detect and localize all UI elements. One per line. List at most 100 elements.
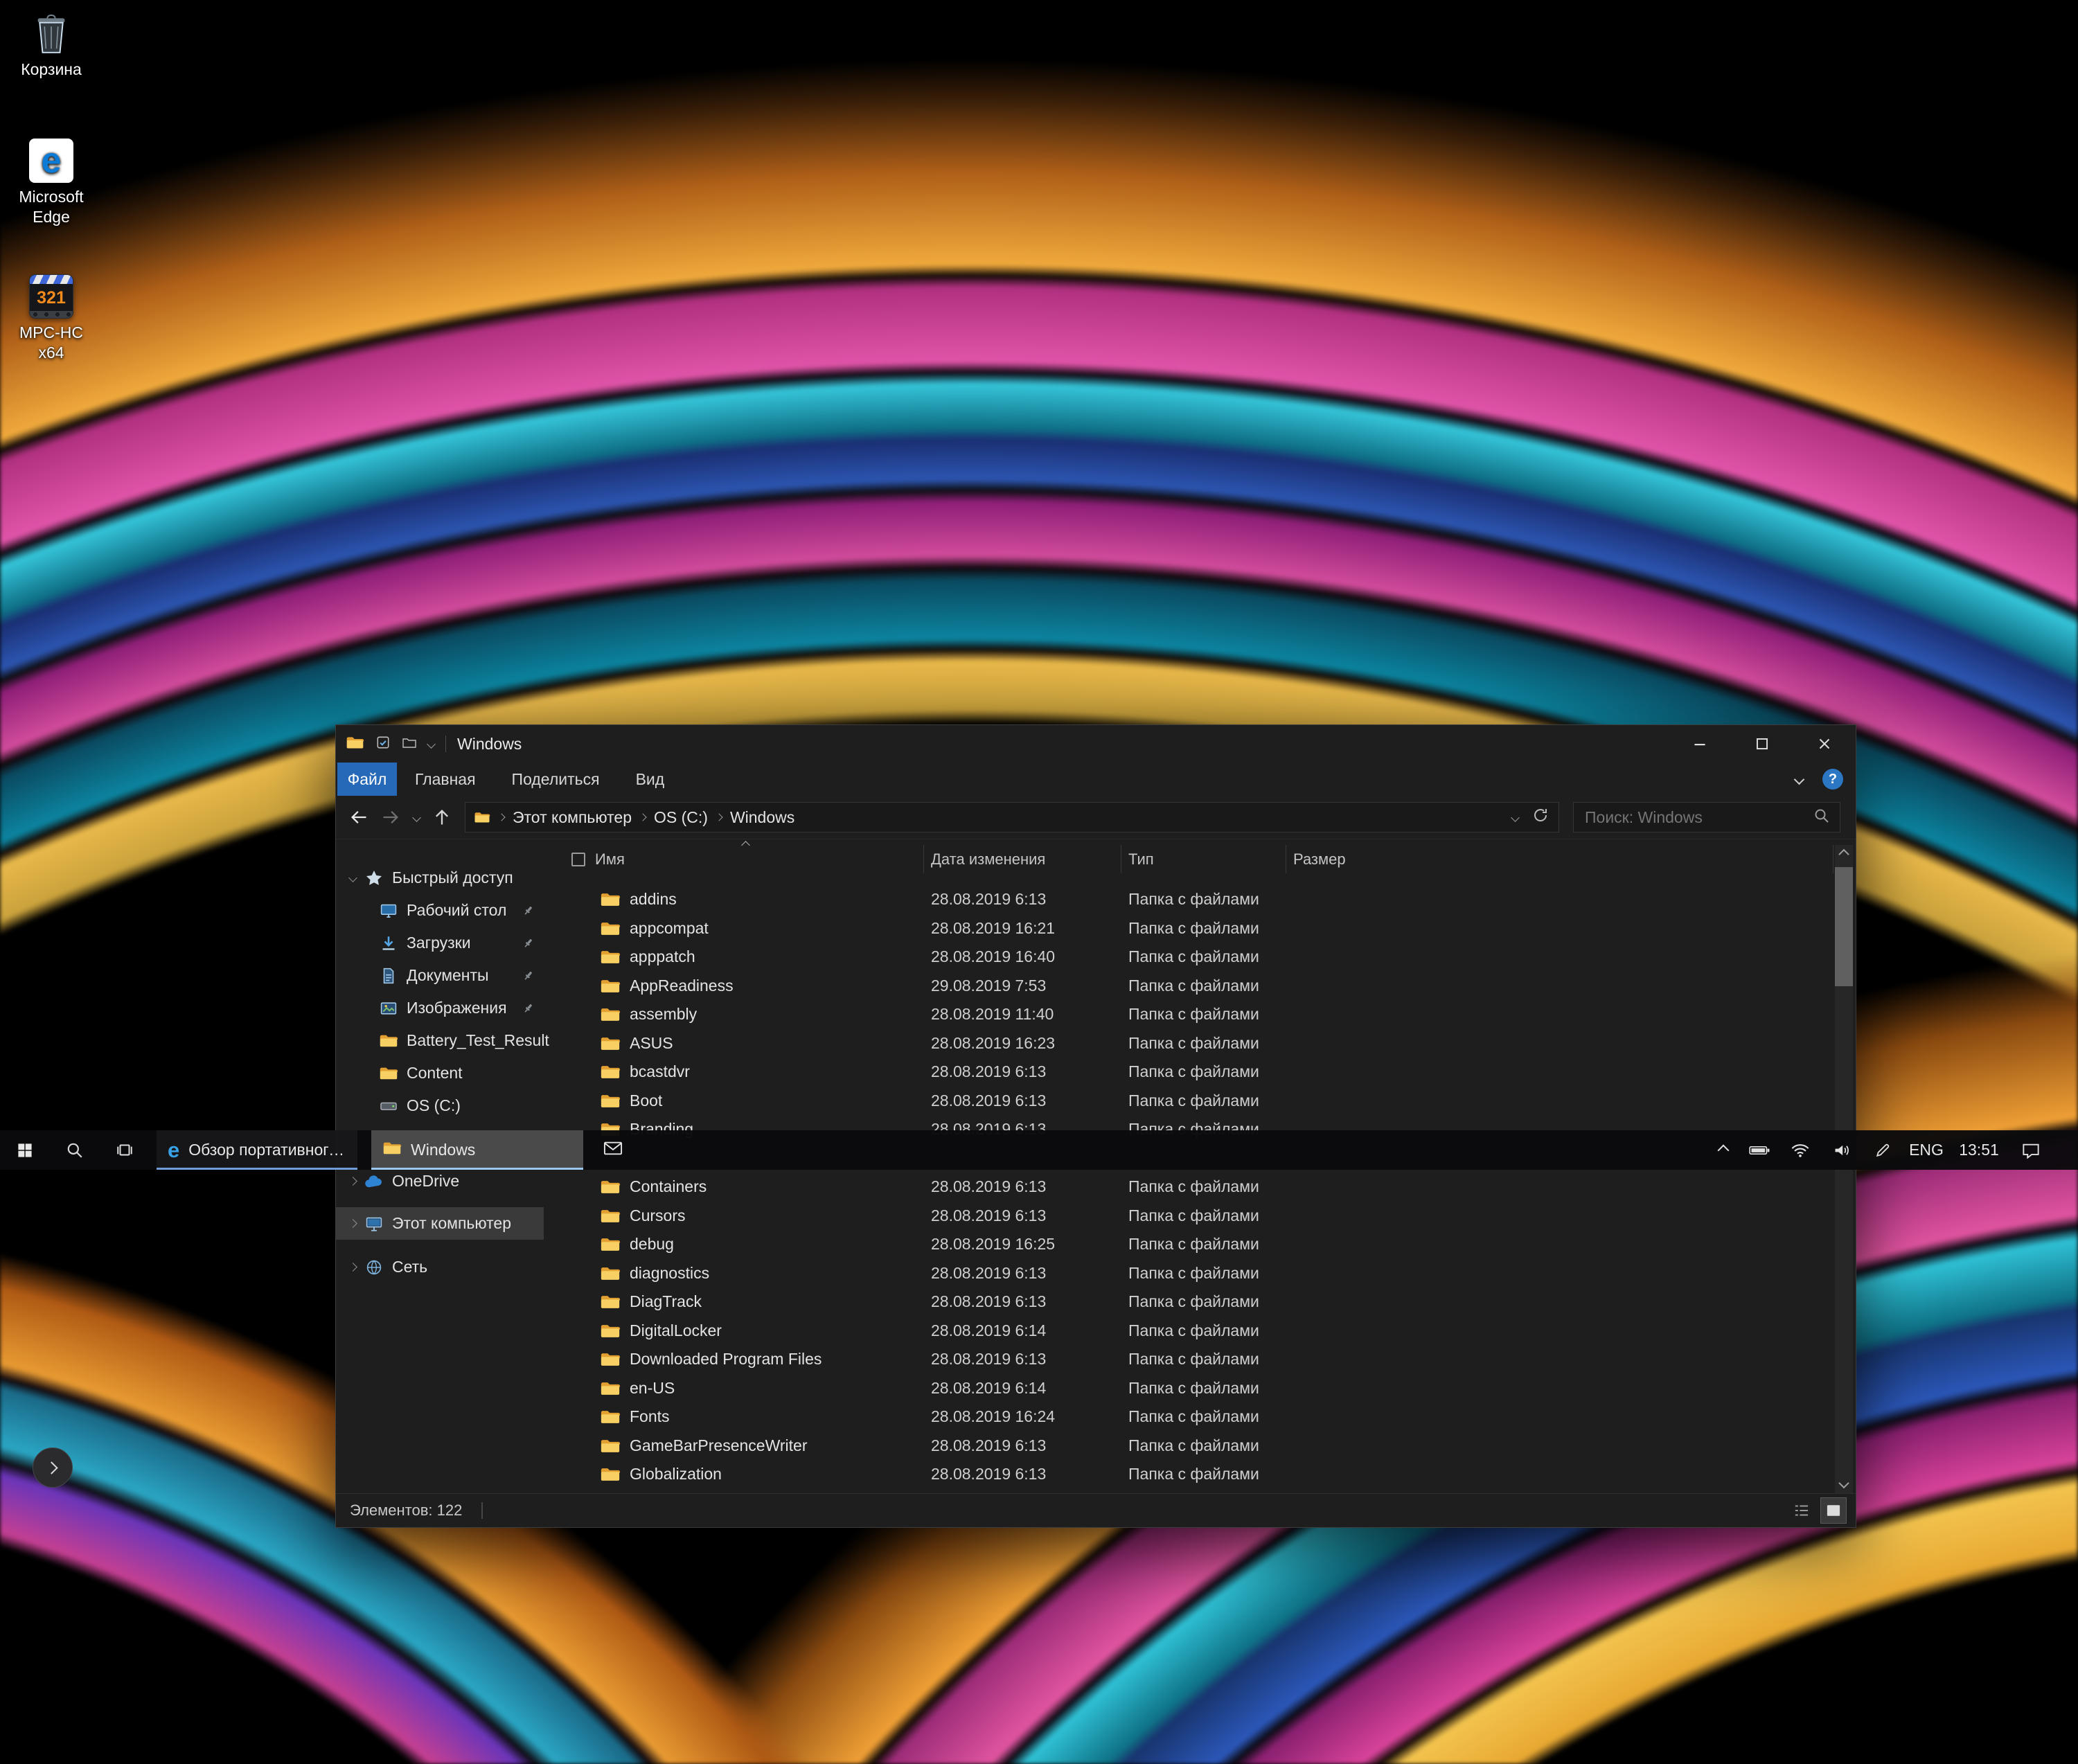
expand-ribbon-chevron-icon[interactable] [1794, 774, 1805, 785]
file-type: Папка с файлами [1121, 1407, 1286, 1426]
table-row[interactable]: GameBarPresenceWriter28.08.2019 6:13Папк… [571, 1432, 1833, 1461]
recent-locations-chevron-icon[interactable] [407, 801, 426, 833]
table-row[interactable]: en-US28.08.2019 6:14Папка с файлами [571, 1374, 1833, 1403]
file-type: Папка с файлами [1121, 977, 1286, 995]
thumbnails-view-button[interactable] [1821, 1498, 1846, 1523]
breadcrumb-windows[interactable]: Windows [723, 808, 801, 827]
sidebar-item-onedrive[interactable]: OneDrive [336, 1165, 544, 1197]
column-header-name[interactable]: Имя [571, 845, 924, 873]
forward-button[interactable] [375, 801, 407, 833]
table-row[interactable]: DiagTrack28.08.2019 6:13Папка с файлами [571, 1288, 1833, 1317]
breadcrumb-this-pc[interactable]: Этот компьютер [506, 808, 639, 827]
expand-arrow-button[interactable] [33, 1447, 73, 1488]
search-button[interactable] [50, 1130, 100, 1170]
search-icon[interactable] [1813, 808, 1830, 828]
sidebar-item[interactable]: Рабочий стол [336, 894, 544, 927]
file-type: Папка с файлами [1121, 1350, 1286, 1369]
sidebar-item[interactable]: Изображения [336, 992, 544, 1024]
sidebar-item-network[interactable]: Сеть [336, 1251, 544, 1283]
column-header-type[interactable]: Тип [1121, 845, 1286, 873]
wifi-icon[interactable] [1779, 1130, 1822, 1170]
file-rows: addins28.08.2019 6:13Папка с файламиappc… [571, 873, 1833, 1494]
taskbar-app-explorer[interactable]: Windows [371, 1130, 583, 1170]
taskbar-app-edge[interactable]: e Обзор портативного ... [157, 1130, 357, 1170]
table-row[interactable]: assembly28.08.2019 11:40Папка с файлами [571, 1000, 1833, 1029]
language-indicator[interactable]: ENG [1903, 1130, 1949, 1170]
table-row[interactable]: diagnostics28.08.2019 6:13Папка с файлам… [571, 1259, 1833, 1288]
table-row[interactable]: bcastdvr28.08.2019 6:13Папка с файлами [571, 1058, 1833, 1087]
expand-chevron-icon[interactable] [348, 1263, 357, 1272]
scrollbar-thumb[interactable] [1835, 867, 1853, 986]
pen-icon[interactable] [1862, 1130, 1903, 1170]
sidebar-item[interactable]: Battery_Test_Result [336, 1024, 544, 1057]
file-type: Папка с файлами [1121, 890, 1286, 909]
column-header-date[interactable]: Дата изменения [924, 845, 1121, 873]
folder-icon [600, 948, 621, 965]
scroll-up-icon[interactable] [1838, 849, 1849, 860]
action-center-icon[interactable] [2009, 1130, 2053, 1170]
taskbar-clock[interactable]: 13:51 [1949, 1130, 2009, 1170]
volume-icon[interactable] [1822, 1130, 1862, 1170]
expand-chevron-icon[interactable] [348, 1177, 357, 1186]
address-bar[interactable]: Этот компьютер OS (C:) Windows [465, 802, 1559, 832]
edge-icon: e [168, 1139, 179, 1161]
search-box[interactable] [1573, 802, 1840, 832]
sidebar-item[interactable]: OS (C:) [336, 1089, 544, 1122]
column-header-size[interactable]: Размер [1286, 845, 1833, 873]
task-view-button[interactable] [100, 1130, 150, 1170]
close-button[interactable] [1793, 725, 1856, 763]
table-row[interactable]: addins28.08.2019 6:13Папка с файлами [571, 885, 1833, 914]
desktop-icon-recycle-bin[interactable]: Корзина [6, 8, 97, 80]
sidebar-item[interactable]: Документы [336, 959, 544, 992]
tab-home[interactable]: Главная [397, 763, 494, 796]
table-row[interactable]: DigitalLocker28.08.2019 6:14Папка с файл… [571, 1317, 1833, 1346]
minimize-button[interactable] [1669, 725, 1731, 763]
taskbar-app-title: Windows [411, 1141, 475, 1159]
titlebar-separator [445, 736, 446, 752]
table-row[interactable]: Boot28.08.2019 6:13Папка с файлами [571, 1087, 1833, 1116]
scroll-down-icon[interactable] [1838, 1478, 1849, 1489]
table-row[interactable]: apppatch28.08.2019 16:40Папка с файлами [571, 943, 1833, 972]
table-row[interactable]: Downloaded Program Files28.08.2019 6:13П… [571, 1345, 1833, 1374]
title-bar[interactable]: Windows [336, 725, 1856, 763]
file-date: 29.08.2019 7:53 [924, 977, 1121, 995]
back-button[interactable] [343, 801, 375, 833]
table-row[interactable]: Globalization28.08.2019 6:13Папка с файл… [571, 1460, 1833, 1489]
sidebar-item-this-pc[interactable]: Этот компьютер [336, 1207, 544, 1240]
table-row[interactable]: debug28.08.2019 16:25Папка с файлами [571, 1230, 1833, 1259]
table-row[interactable]: Fonts28.08.2019 16:24Папка с файлами [571, 1402, 1833, 1432]
maximize-button[interactable] [1731, 725, 1793, 763]
desktop-icon-mpc-hc[interactable]: 321 MPC-HC x64 [6, 271, 97, 363]
sidebar-item[interactable]: Content [336, 1057, 544, 1089]
table-row[interactable]: ASUS28.08.2019 16:23Папка с файлами [571, 1029, 1833, 1058]
details-view-button[interactable] [1789, 1498, 1814, 1523]
table-row[interactable]: Cursors28.08.2019 6:13Папка с файлами [571, 1202, 1833, 1231]
table-row[interactable]: appcompat28.08.2019 16:21Папка с файлами [571, 914, 1833, 943]
up-button[interactable] [426, 801, 458, 833]
tray-overflow-chevron-icon[interactable] [1707, 1130, 1740, 1170]
qat-customize-chevron-icon[interactable] [427, 740, 436, 749]
qat-new-folder-icon[interactable] [402, 736, 417, 753]
file-name: en-US [630, 1379, 675, 1398]
tab-share[interactable]: Поделиться [494, 763, 618, 796]
table-row[interactable]: AppReadiness29.08.2019 7:53Папка с файла… [571, 972, 1833, 1001]
start-button[interactable] [0, 1130, 50, 1170]
tab-file[interactable]: Файл [337, 763, 397, 796]
address-dropdown-chevron-icon[interactable] [1511, 813, 1520, 822]
expand-chevron-icon[interactable] [348, 873, 357, 882]
breadcrumb-os-c[interactable]: OS (C:) [647, 808, 715, 827]
desktop-icon-edge[interactable]: e Microsoft Edge [6, 136, 97, 227]
expand-chevron-icon[interactable] [348, 1219, 357, 1228]
sidebar-item-quick-access[interactable]: Быстрый доступ [336, 862, 544, 894]
battery-icon[interactable] [1740, 1130, 1779, 1170]
select-all-checkbox[interactable] [571, 853, 585, 866]
table-row[interactable]: Containers28.08.2019 6:13Папка с файлами [571, 1173, 1833, 1202]
qat-properties-icon[interactable] [375, 735, 391, 754]
pin-icon [522, 905, 534, 916]
mail-app-button[interactable] [593, 1130, 632, 1170]
refresh-icon[interactable] [1532, 807, 1549, 828]
sidebar-item[interactable]: Загрузки [336, 927, 544, 959]
tab-view[interactable]: Вид [618, 763, 683, 796]
search-input[interactable] [1583, 808, 1813, 828]
help-button[interactable]: ? [1822, 769, 1843, 790]
